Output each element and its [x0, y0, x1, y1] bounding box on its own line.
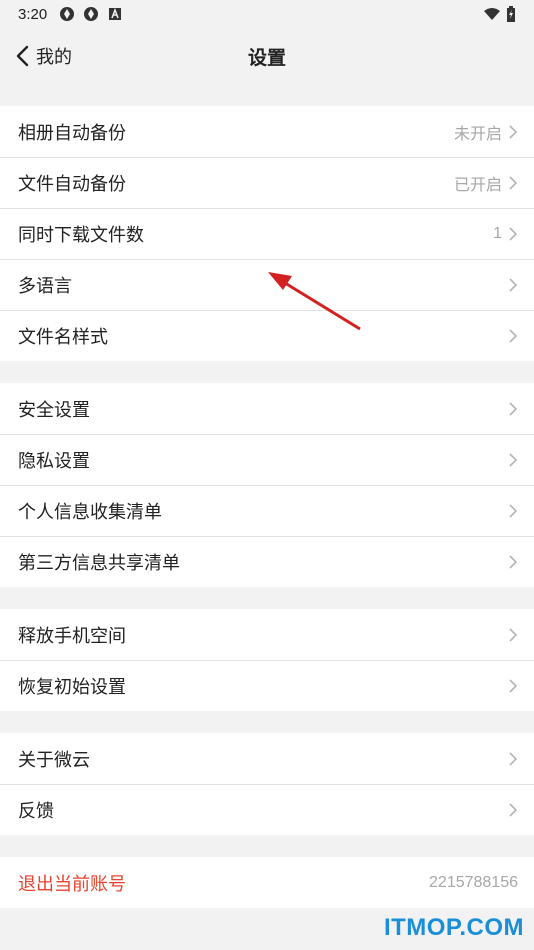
row-personal-info-list[interactable]: 个人信息收集清单	[0, 485, 534, 536]
settings-group-account: 退出当前账号 2215788156	[0, 857, 534, 908]
row-value: 未开启	[453, 125, 502, 143]
chevron-right-icon	[509, 328, 518, 343]
row-security-settings[interactable]: 安全设置	[0, 383, 534, 434]
row-label: 反馈	[18, 800, 54, 822]
chevron-right-icon	[509, 802, 518, 817]
row-label: 安全设置	[18, 399, 90, 421]
row-label: 关于微云	[18, 749, 90, 771]
settings-group-storage: 相册自动备份 未开启 文件自动备份 已开启 同时下载文件数 1 多语言 文件名样…	[0, 106, 534, 361]
chevron-right-icon	[509, 452, 518, 467]
back-label: 我的	[36, 47, 72, 68]
settings-group-device: 释放手机空间 恢复初始设置	[0, 609, 534, 711]
status-time: 3:20	[18, 5, 48, 23]
section-gap	[0, 361, 534, 383]
row-album-auto-backup[interactable]: 相册自动备份 未开启	[0, 106, 534, 157]
logout-button[interactable]: 退出当前账号 2215788156	[0, 857, 534, 908]
row-free-up-space[interactable]: 释放手机空间	[0, 609, 534, 660]
settings-group-about: 关于微云 反馈	[0, 733, 534, 835]
page-title: 设置	[247, 46, 286, 69]
row-language[interactable]: 多语言	[0, 259, 534, 310]
chevron-left-icon	[16, 45, 29, 67]
status-right-icons	[484, 6, 516, 22]
app-notification-icon	[84, 7, 99, 21]
row-label: 个人信息收集清单	[18, 501, 162, 523]
row-value: 已开启	[453, 176, 502, 194]
section-gap	[0, 587, 534, 609]
account-id: 2215788156	[429, 873, 518, 891]
row-about[interactable]: 关于微云	[0, 733, 534, 784]
row-privacy-settings[interactable]: 隐私设置	[0, 434, 534, 485]
row-label: 相册自动备份	[18, 122, 126, 144]
chevron-right-icon	[509, 175, 518, 190]
row-label: 隐私设置	[18, 450, 90, 472]
chevron-right-icon	[509, 503, 518, 518]
battery-icon	[507, 6, 515, 22]
row-label: 释放手机空间	[18, 625, 126, 647]
settings-group-privacy: 安全设置 隐私设置 个人信息收集清单 第三方信息共享清单	[0, 383, 534, 587]
status-notification-icons	[59, 6, 123, 22]
nav-header: 我的 设置	[0, 28, 534, 84]
chevron-right-icon	[509, 554, 518, 569]
chevron-right-icon	[509, 751, 518, 766]
row-label: 恢复初始设置	[18, 676, 126, 698]
row-label: 第三方信息共享清单	[18, 552, 180, 574]
chevron-right-icon	[509, 678, 518, 693]
row-label: 多语言	[18, 275, 72, 297]
chevron-right-icon	[509, 124, 518, 139]
logout-label: 退出当前账号	[18, 873, 126, 895]
section-gap	[0, 835, 534, 857]
section-gap	[0, 711, 534, 733]
app-notification-icon	[60, 7, 75, 21]
chevron-right-icon	[509, 226, 518, 241]
status-bar: 3:20	[0, 0, 534, 28]
font-notification-icon	[109, 7, 122, 20]
row-filename-style[interactable]: 文件名样式	[0, 310, 534, 361]
wifi-icon	[484, 8, 500, 20]
row-third-party-sharing-list[interactable]: 第三方信息共享清单	[0, 536, 534, 587]
row-label: 同时下载文件数	[18, 224, 144, 246]
watermark: ITMOP.COM	[383, 914, 524, 941]
chevron-right-icon	[509, 277, 518, 292]
row-reset-settings[interactable]: 恢复初始设置	[0, 660, 534, 711]
chevron-right-icon	[509, 401, 518, 416]
row-file-auto-backup[interactable]: 文件自动备份 已开启	[0, 157, 534, 208]
row-label: 文件自动备份	[18, 173, 126, 195]
row-concurrent-downloads[interactable]: 同时下载文件数 1	[0, 208, 534, 259]
row-feedback[interactable]: 反馈	[0, 784, 534, 835]
row-label: 文件名样式	[18, 326, 108, 348]
back-button[interactable]: 我的	[14, 28, 72, 84]
chevron-right-icon	[509, 627, 518, 642]
row-value: 1	[493, 224, 502, 242]
